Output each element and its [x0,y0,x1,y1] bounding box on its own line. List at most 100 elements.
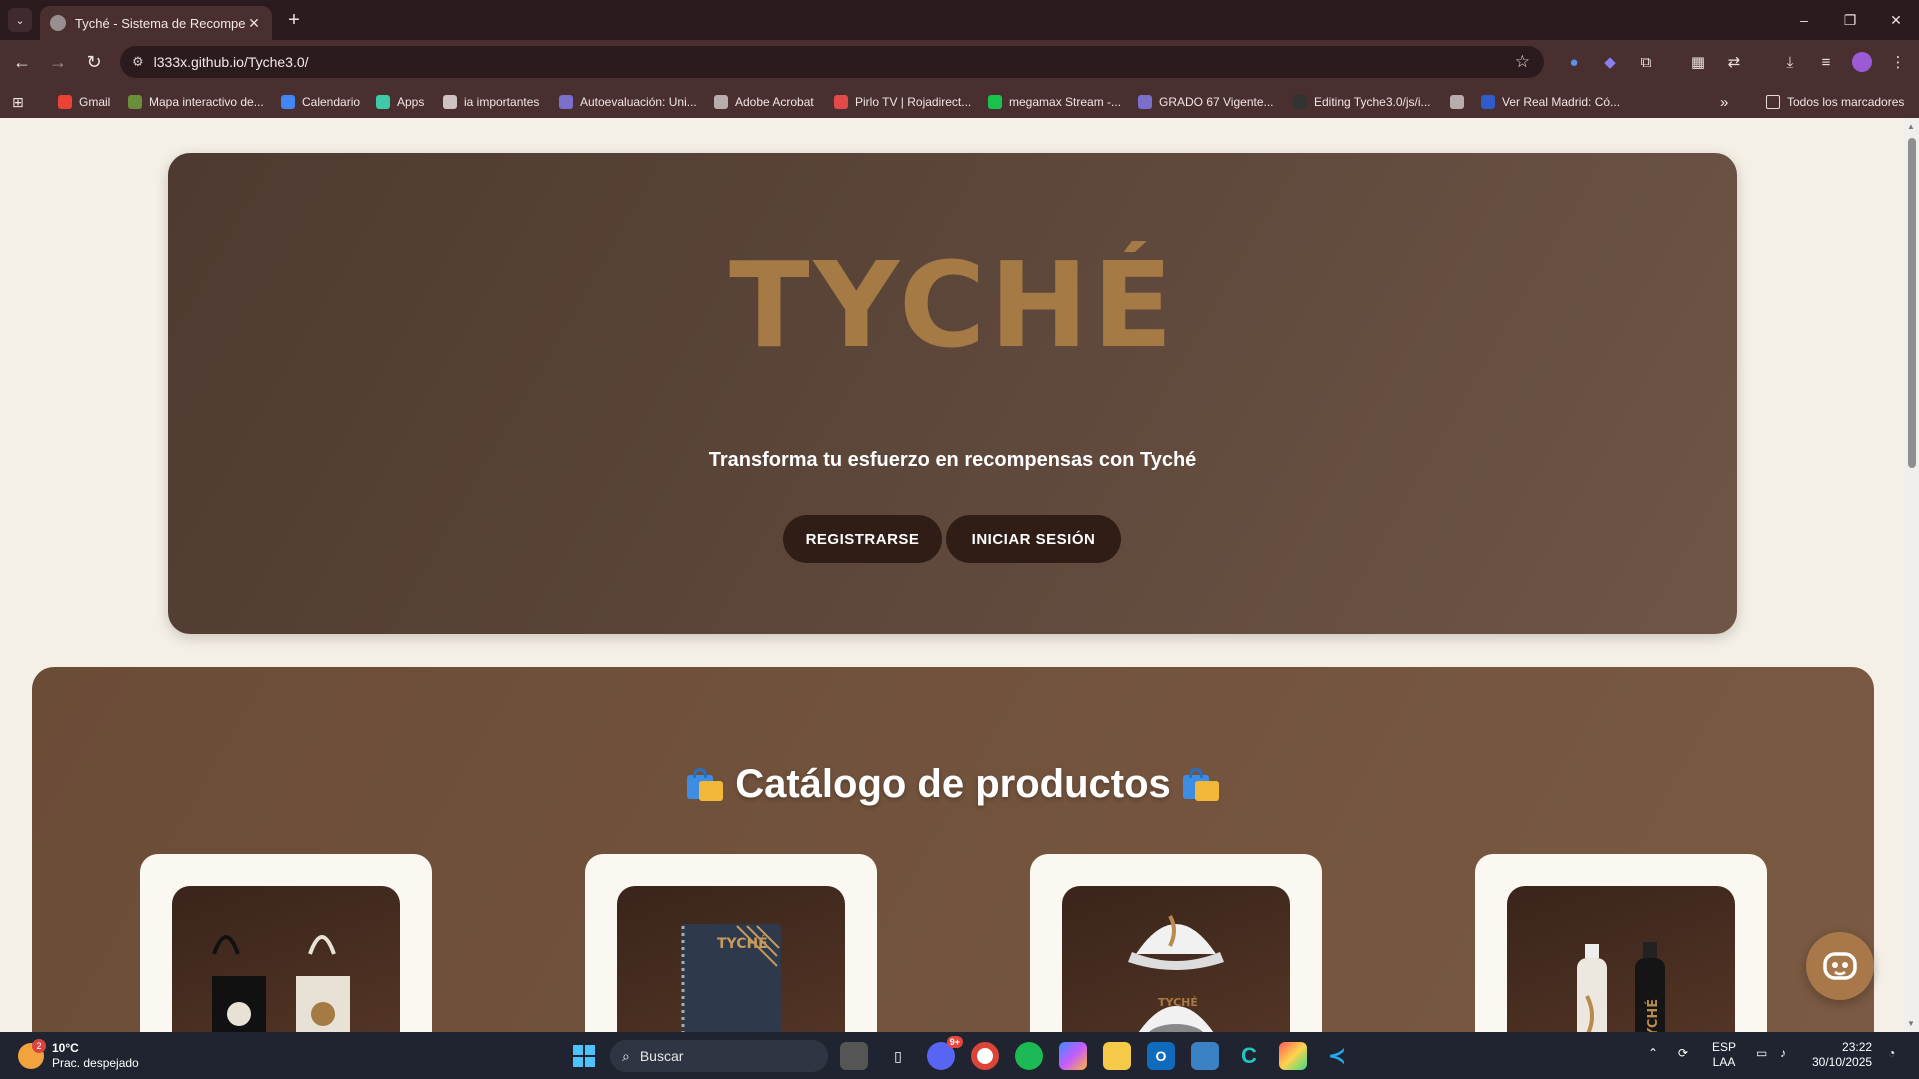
bookmark-label: Editing Tyche3.0/js/i... [1314,95,1431,109]
extension-icon[interactable]: ● [1562,50,1586,74]
hero-section: TYCHÉ Transforma tu esfuerzo en recompen… [168,153,1737,634]
language-indicator[interactable]: ESP LAA [1712,1040,1736,1070]
product-card[interactable] [140,854,432,1032]
scrollbar-thumb[interactable] [1908,138,1916,468]
spotify-icon[interactable] [1015,1042,1043,1070]
bookmark-favicon-icon [128,95,142,109]
app-icon[interactable] [1279,1042,1307,1070]
clock-time: 23:22 [1842,1040,1873,1054]
chrome-icon[interactable] [971,1042,999,1070]
active-tab[interactable]: Tyché - Sistema de Recompensas ✕ [40,6,272,40]
bookmark-label: ia importantes [464,95,540,109]
bookmark-item[interactable] [1450,93,1471,111]
register-button[interactable]: REGISTRARSE [783,515,942,563]
network-icon[interactable]: ▭ [1756,1046,1767,1061]
bookmark-item[interactable]: Calendario [281,93,360,111]
task-view-icon[interactable] [840,1042,868,1070]
back-button[interactable]: ← [8,48,36,76]
translate-icon[interactable]: ⇄ [1722,50,1746,74]
bookmark-favicon-icon [376,95,390,109]
tab-search-button[interactable]: ⌄ [8,8,32,32]
photos-icon[interactable] [1191,1042,1219,1070]
bookmark-favicon-icon [1138,95,1152,109]
address-bar[interactable]: ⚙ l333x.github.io/Tyche3.0/ ☆ [120,46,1544,78]
start-button[interactable] [570,1042,598,1070]
qr-code-icon[interactable]: ▦ [1686,50,1710,74]
bookmark-label: Apps [397,95,425,109]
sync-icon[interactable]: ⟳ [1678,1046,1688,1061]
login-button[interactable]: INICIAR SESIÓN [946,515,1121,563]
extension-icon[interactable]: ◆ [1598,50,1622,74]
outlook-icon[interactable]: O [1147,1042,1175,1070]
bookmark-item[interactable]: megamax Stream -... [988,93,1121,111]
profile-avatar[interactable] [1850,50,1874,74]
weather-desc: Prac. despejado [52,1056,139,1070]
bookmark-label: Autoevaluación: Uni... [580,95,697,109]
hero-tagline: Transforma tu esfuerzo en recompensas co… [708,449,1197,471]
bookmark-item[interactable]: Mapa interactivo de... [128,93,264,111]
bookmark-item[interactable]: GRADO 67 Vigente... [1138,93,1274,111]
weather-icon: 2 [18,1039,46,1069]
product-card[interactable]: TYCHÉ [1475,854,1767,1032]
bookmark-item[interactable]: Ver Real Madrid: Có... [1481,93,1620,111]
discord-icon[interactable]: 9+ [927,1036,963,1070]
weather-widget[interactable]: 2 10°C Prac. despejado [18,1039,139,1071]
bookmark-item[interactable]: Adobe Acrobat [714,93,814,111]
tyche-logo-mark: TYCHÉ [729,236,1173,374]
extensions-puzzle-icon[interactable]: ⧉ [1634,50,1658,74]
browser-toolbar: ← → ↻ ⚙ l333x.github.io/Tyche3.0/ ☆ ● ◆ … [0,40,1919,84]
bookmark-label: Pirlo TV | Rojadirect... [855,95,972,109]
product-card[interactable]: TYCHÉ [1030,854,1322,1032]
bookmark-favicon-icon [58,95,72,109]
catalog-section: Catálogo de productos TYCHÉ TYCHÉ TYCHÉ [32,667,1874,1032]
lang-top: ESP [1712,1040,1737,1054]
page-scrollbar[interactable]: ▲ ▼ [1904,118,1919,1032]
forward-button[interactable]: → [44,48,72,76]
edge-like-icon[interactable]: C [1235,1042,1263,1070]
bookmark-item[interactable]: Apps [376,93,424,111]
chatbot-button[interactable] [1806,932,1874,1000]
bookmark-item[interactable]: Autoevaluación: Uni... [559,93,697,111]
bookmark-star-icon[interactable]: ☆ [1515,52,1530,72]
notifications-icon[interactable]: ◔ [1888,1046,1895,1061]
show-hidden-icons[interactable]: ⌃ [1648,1046,1658,1061]
taskbar-search[interactable]: ⌕ Buscar [610,1040,828,1072]
download-icon[interactable]: ⤓ [1778,50,1802,74]
more-bookmarks-button[interactable]: » [1720,93,1728,111]
bookmark-favicon-icon [1450,95,1464,109]
clock[interactable]: 23:22 30/10/2025 [1812,1040,1872,1070]
copilot-icon[interactable] [1059,1042,1087,1070]
close-window-button[interactable]: ✕ [1873,0,1919,40]
windows-taskbar: 2 10°C Prac. despejado ⌕ Buscar ▯ 9+ O C… [0,1032,1919,1079]
discord-badge: 9+ [946,1036,963,1048]
bookmarks-bar: ⊞ Gmail Mapa interactivo de... Calendario A… [0,84,1919,118]
new-tab-button[interactable]: + [282,8,306,32]
bookmark-item[interactable]: ia importantes [443,93,539,111]
bookmark-label: Adobe Acrobat [735,95,814,109]
reload-button[interactable]: ↻ [80,48,108,76]
restore-button[interactable]: ❐ [1827,0,1873,40]
tote-bags-image [172,886,400,1032]
bookmark-item[interactable]: Gmail [58,93,110,111]
bookmark-item[interactable]: Pirlo TV | Rojadirect... [834,93,971,111]
minimize-button[interactable]: – [1781,0,1827,40]
notebook-image: TYCHÉ [617,886,845,1032]
robot-icon [1823,952,1857,980]
bookmark-favicon-icon [1481,95,1495,109]
bottles-image: TYCHÉ [1507,886,1735,1032]
page-viewport: TYCHÉ Transforma tu esfuerzo en recompen… [0,118,1904,1032]
all-bookmarks-folder[interactable]: Todos los marcadores [1766,93,1904,111]
menu-kebab-icon[interactable]: ⋮ [1886,50,1910,74]
volume-icon[interactable]: ♪ [1780,1046,1786,1061]
close-tab-icon[interactable]: ✕ [246,15,262,32]
file-explorer-icon[interactable] [1103,1042,1131,1070]
vscode-icon[interactable]: ≺ [1323,1042,1351,1070]
site-info-icon[interactable]: ⚙ [132,54,144,70]
bookmark-item[interactable]: Editing Tyche3.0/js/i... [1293,93,1431,111]
notepad-icon[interactable]: ▯ [884,1042,912,1070]
product-card[interactable]: TYCHÉ [585,854,877,1032]
lang-bottom: LAA [1712,1055,1736,1069]
media-control-icon[interactable]: ≡ [1814,50,1838,74]
apps-grid-icon[interactable]: ⊞ [12,93,24,111]
search-icon: ⌕ [622,1047,630,1064]
